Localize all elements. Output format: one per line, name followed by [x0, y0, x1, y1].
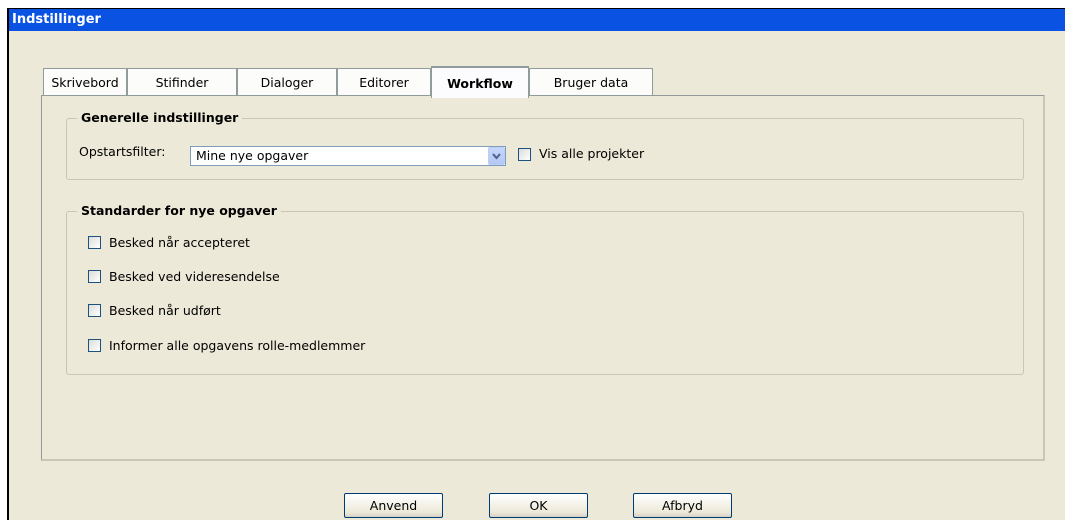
notify-forwarded-checkbox[interactable] [88, 270, 101, 283]
settings-dialog: Indstillinger Skrivebord Stifinder Dialo… [7, 8, 1065, 520]
startup-filter-value: Mine nye opgaver [196, 148, 309, 163]
window-title: Indstillinger [12, 12, 101, 27]
inform-role-members-checkbox[interactable] [88, 339, 101, 352]
notify-forwarded-label: Besked ved videresendelse [109, 269, 280, 284]
notify-accepted-label: Besked når accepteret [109, 235, 250, 250]
workflow-tab-panel: Generelle indstillinger Opstartsfilter: … [41, 95, 1045, 461]
startup-filter-select[interactable]: Mine nye opgaver [190, 146, 506, 166]
chevron-down-icon[interactable] [488, 147, 505, 165]
general-settings-legend: Generelle indstillinger [77, 110, 243, 126]
tab-stifinder[interactable]: Stifinder [127, 68, 237, 96]
ok-button[interactable]: OK [489, 493, 588, 518]
title-bar[interactable]: Indstillinger [9, 9, 1065, 31]
new-task-defaults-legend: Standarder for nye opgaver [77, 203, 281, 219]
notify-completed-label: Besked når udført [109, 303, 221, 318]
inform-role-members-label: Informer alle opgavens rolle-medlemmer [109, 338, 366, 353]
tab-dialoger[interactable]: Dialoger [237, 68, 337, 96]
cancel-button[interactable]: Afbryd [633, 493, 732, 518]
notify-completed-checkbox[interactable] [88, 304, 101, 317]
notify-accepted-checkbox[interactable] [88, 236, 101, 249]
apply-button[interactable]: Anvend [344, 493, 443, 518]
tab-workflow[interactable]: Workflow [431, 66, 529, 98]
startup-filter-label: Opstartsfilter: [79, 144, 166, 159]
show-all-projects-checkbox[interactable] [518, 148, 531, 161]
tab-skrivebord[interactable]: Skrivebord [43, 68, 127, 96]
tab-bruger-data[interactable]: Bruger data [529, 68, 653, 96]
show-all-projects-label: Vis alle projekter [539, 146, 645, 161]
tab-editorer[interactable]: Editorer [337, 68, 431, 96]
